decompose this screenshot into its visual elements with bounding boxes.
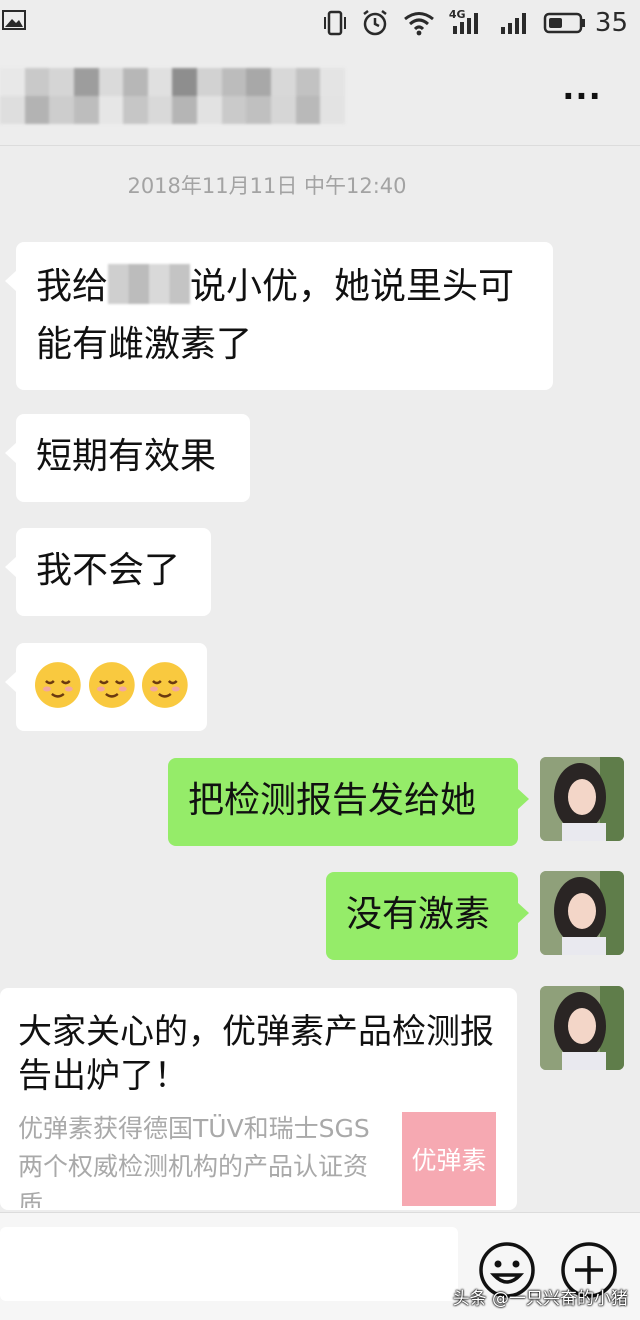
battery-level: 35	[594, 8, 628, 38]
outgoing-message[interactable]: 没有激素	[326, 872, 529, 960]
avatar[interactable]	[540, 986, 624, 1070]
message-text: 我不会了	[36, 550, 181, 591]
wifi-icon	[403, 12, 434, 36]
message-text: 没有激素	[346, 894, 491, 935]
avatar[interactable]	[540, 757, 624, 841]
link-card-description: 优弹素获得德国TÜV和瑞士SGS两个权威检测机构的产品认证资质	[18, 1114, 370, 1208]
chat-header: ···	[0, 48, 640, 146]
message-text: 短期有效果	[36, 436, 217, 477]
vibrate-icon	[323, 10, 346, 36]
more-icon: ···	[562, 77, 602, 115]
message-line: 能有雌激素了	[36, 324, 253, 365]
relieved-face-icon	[142, 662, 189, 708]
message-text: 把检测报告发给她	[188, 780, 477, 821]
message-input[interactable]	[0, 1227, 458, 1301]
signal-icon	[500, 13, 526, 34]
battery-icon	[543, 12, 585, 34]
link-card-thumbnail: 优弹素	[402, 1112, 496, 1206]
status-bar: 4G 35	[0, 0, 640, 48]
emoji-row	[34, 657, 189, 709]
incoming-message[interactable]	[5, 643, 207, 731]
watermark: 头条 @一只兴奋的小猪	[452, 1289, 628, 1309]
message-line: 我给 说小优，她说里头可	[36, 258, 533, 316]
relieved-face-icon	[88, 662, 135, 708]
image-notification-icon	[2, 10, 26, 30]
chat-title-obscured	[0, 68, 345, 124]
incoming-message[interactable]: 我给 说小优，她说里头可 能有雌激素了	[5, 242, 553, 390]
outgoing-message[interactable]: 把检测报告发给她	[168, 758, 529, 846]
incoming-message[interactable]: 我不会了	[5, 528, 211, 616]
more-button[interactable]: ···	[560, 76, 604, 116]
incoming-message[interactable]: 短期有效果	[5, 414, 250, 502]
relieved-face-icon	[34, 662, 81, 708]
avatar[interactable]	[540, 871, 624, 955]
profile-photo	[540, 986, 624, 1070]
message-text: 说小优，她说里头可	[190, 266, 515, 307]
signal-4g-icon: 4G	[449, 8, 485, 36]
link-card-title: 大家关心的，优弹素产品检测报告出炉了！	[18, 1012, 494, 1096]
profile-photo	[540, 871, 624, 955]
chat-timestamp: 2018年11月11日 中午12:40	[127, 174, 407, 198]
profile-photo	[540, 757, 624, 841]
message-text: 我给	[36, 266, 109, 307]
alarm-icon	[363, 10, 387, 36]
censored-name	[108, 264, 191, 304]
thumbnail-text: 优弹素	[411, 1146, 487, 1175]
